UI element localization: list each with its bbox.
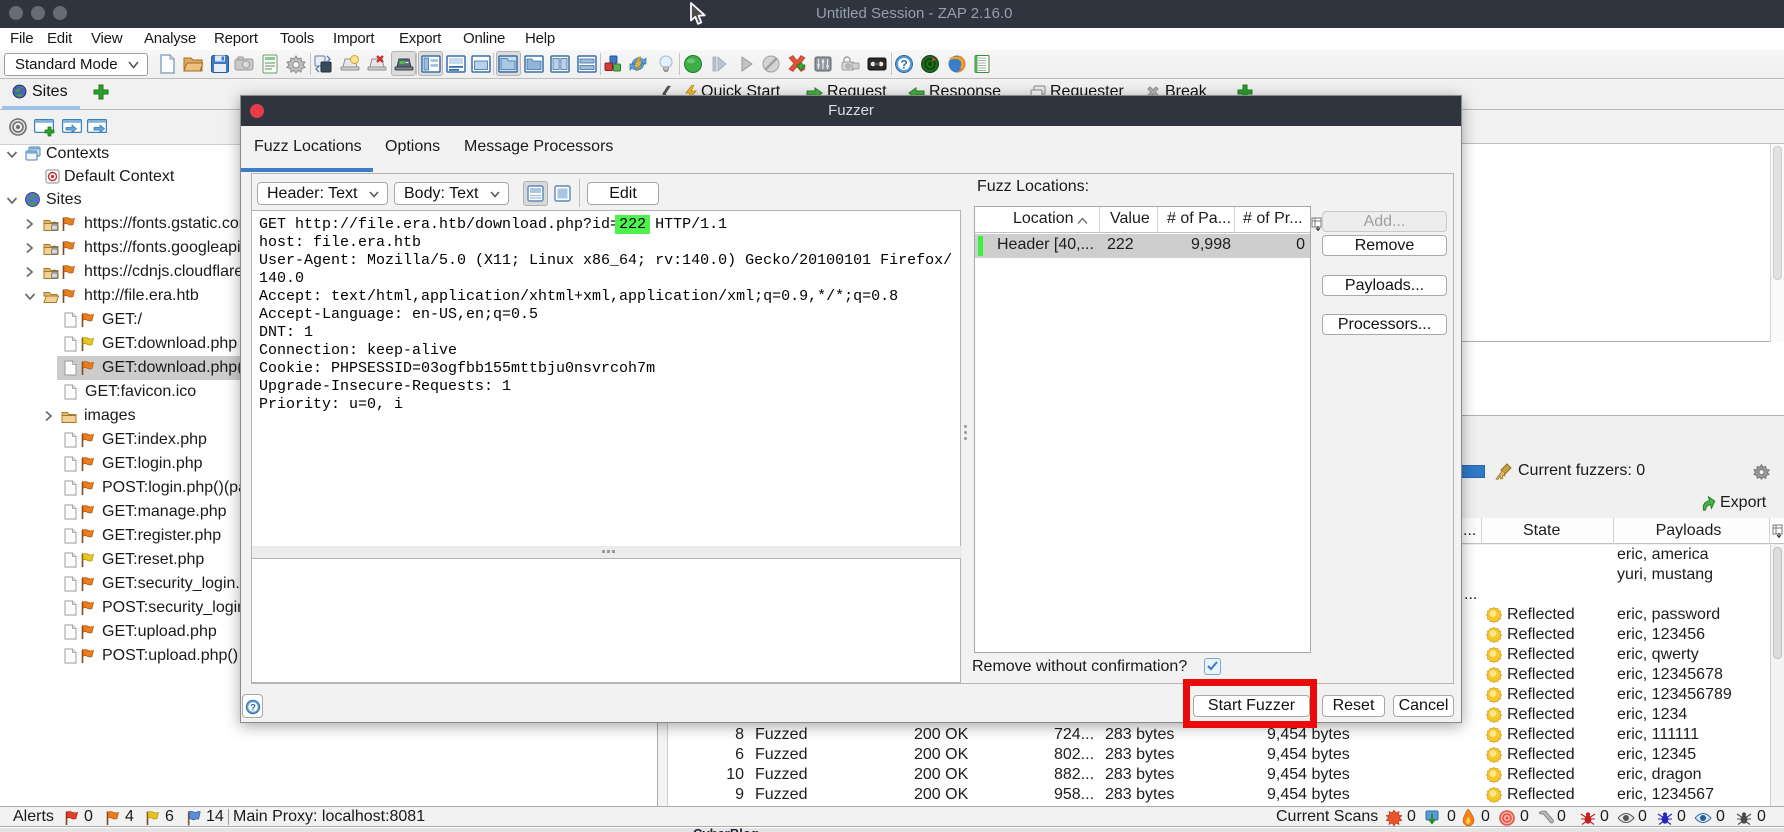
svg-text:?: ? <box>900 58 907 72</box>
svg-text:?: ? <box>250 703 256 714</box>
